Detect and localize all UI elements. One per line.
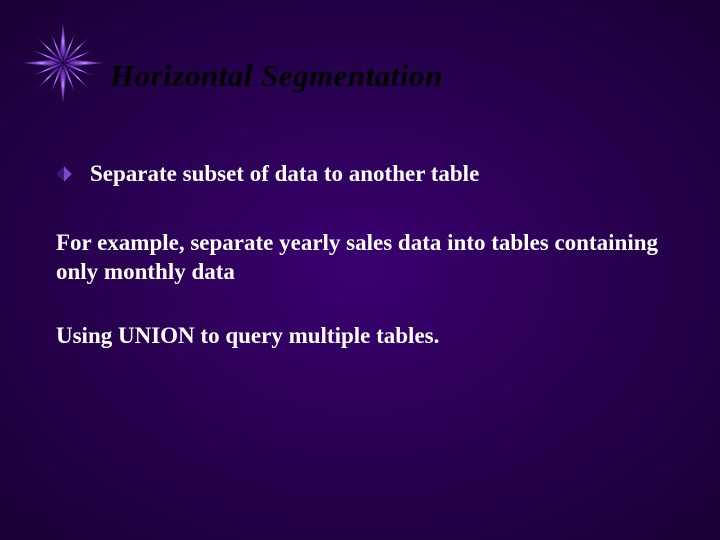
body-paragraph: Using UNION to query multiple tables.	[56, 322, 680, 351]
diamond-bullet-icon	[56, 166, 72, 182]
starburst-icon	[18, 18, 108, 108]
body-paragraph: For example, separate yearly sales data …	[56, 229, 680, 287]
slide-body: Separate subset of data to another table…	[56, 160, 680, 387]
slide: Horizontal Segmentation Separate subset …	[0, 0, 720, 540]
bullet-text: Separate subset of data to another table	[90, 160, 680, 189]
bullet-item: Separate subset of data to another table	[56, 160, 680, 189]
slide-title: Horizontal Segmentation	[110, 58, 443, 94]
